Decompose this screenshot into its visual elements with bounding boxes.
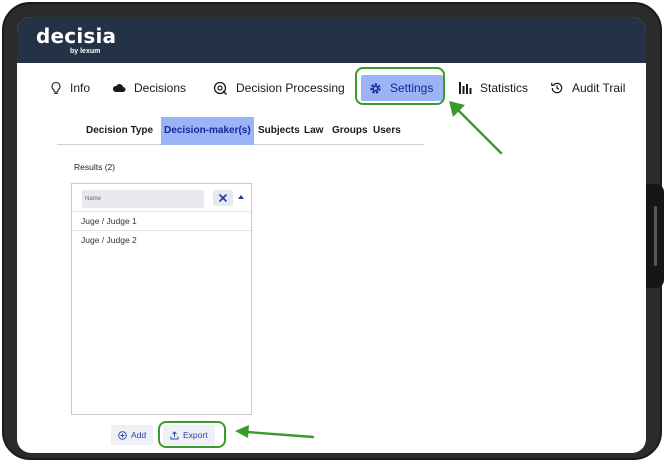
caret-up-icon: [238, 195, 244, 199]
close-icon: [219, 194, 227, 202]
clear-search-button[interactable]: [213, 190, 233, 206]
nav-decision-processing[interactable]: Decision Processing: [213, 75, 345, 101]
lightbulb-icon: [51, 81, 61, 94]
settings-highlight: [355, 67, 445, 105]
history-icon: [551, 82, 563, 94]
nav-statistics-label: Statistics: [480, 81, 529, 95]
subtab-groups[interactable]: Groups: [332, 117, 368, 145]
tablet-frame: decisia by lexum Info Decisions Decision…: [2, 2, 664, 460]
settings-subtabs: Decision Type Decision-maker(s) Subjects…: [57, 117, 424, 145]
export-highlight: [158, 421, 226, 448]
subtab-decision-makers[interactable]: Decision-maker(s): [161, 117, 254, 145]
app-logo[interactable]: decisia: [36, 24, 116, 48]
add-button-label: Add: [131, 430, 147, 440]
results-count: Results (2): [74, 162, 116, 172]
subtab-decision-type[interactable]: Decision Type: [86, 117, 153, 145]
nav-info[interactable]: Info: [50, 75, 90, 101]
app-logo-subtitle: by lexum: [70, 48, 101, 55]
name-search-input[interactable]: [82, 190, 204, 208]
tablet-side-button: [646, 184, 664, 288]
list-item[interactable]: Juge / Judge 1: [72, 211, 251, 230]
results-panel: Juge / Judge 1 Juge / Judge 2: [71, 183, 252, 415]
bar-chart-icon: [459, 82, 472, 94]
subtab-law[interactable]: Law: [304, 117, 323, 145]
top-bar: decisia by lexum: [17, 17, 646, 63]
arrow-to-export: [235, 425, 315, 439]
gear-pin-icon: [213, 81, 227, 95]
cloud-icon: [112, 84, 126, 92]
list-item[interactable]: Juge / Judge 2: [72, 230, 251, 249]
nav-decisions[interactable]: Decisions: [112, 75, 186, 101]
sort-button[interactable]: [236, 190, 246, 204]
app-screen: decisia by lexum Info Decisions Decision…: [17, 17, 646, 453]
subtab-subjects[interactable]: Subjects: [258, 117, 300, 145]
nav-info-label: Info: [70, 81, 91, 95]
arrow-to-settings: [449, 101, 503, 155]
subtab-users[interactable]: Users: [373, 117, 401, 145]
nav-decision-processing-label: Decision Processing: [236, 81, 345, 95]
plus-circle-icon: [118, 430, 127, 440]
nav-audit-trail-label: Audit Trail: [572, 81, 626, 95]
nav-decisions-label: Decisions: [134, 81, 187, 95]
add-button[interactable]: Add: [111, 425, 154, 445]
nav-audit-trail[interactable]: Audit Trail: [550, 75, 625, 101]
